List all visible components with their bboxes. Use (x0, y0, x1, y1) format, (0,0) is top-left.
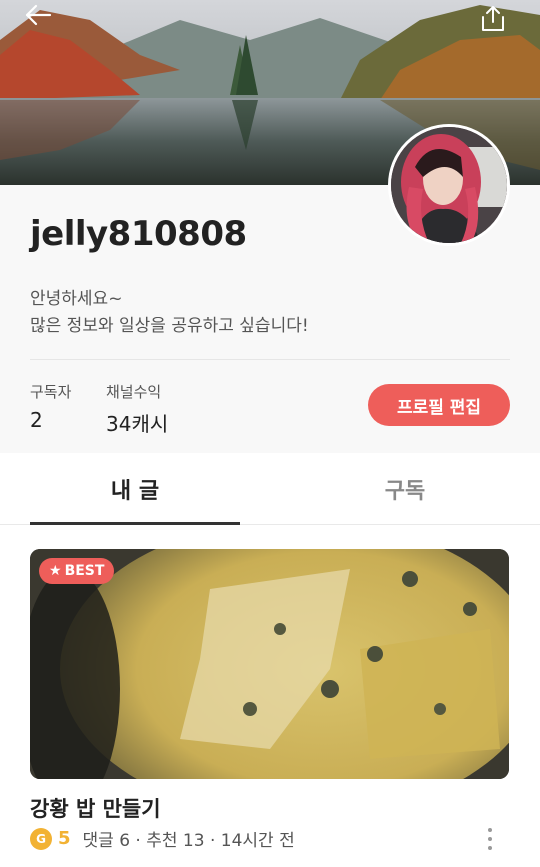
profile-bio: 안녕하세요~ 많은 정보와 일상을 공유하고 싶습니다! (30, 286, 309, 340)
tab-my-posts[interactable]: 내 글 (30, 453, 240, 525)
stat-value: 2 (30, 408, 43, 432)
more-vertical-icon[interactable] (482, 826, 498, 852)
username: jelly810808 (30, 214, 247, 254)
best-badge: ★ BEST (39, 558, 115, 584)
stat-value: 34캐시 (106, 412, 169, 436)
level-number: 5 (58, 828, 71, 849)
stat-label: 구독자 (30, 383, 72, 401)
post-meta-text: 댓글 6 · 추천 13 · 14시간 전 (82, 831, 295, 851)
bio-line: 많은 정보와 일상을 공유하고 싶습니다! (30, 316, 309, 336)
bio-line: 안녕하세요~ (30, 289, 123, 309)
divider (30, 359, 510, 360)
edit-profile-button[interactable]: 프로필 편집 (368, 384, 510, 426)
stat-label: 채널수익 (106, 383, 162, 401)
level-badge-icon: G (30, 827, 52, 850)
tab-subscriptions[interactable]: 구독 (300, 453, 510, 525)
best-badge-label: BEST (64, 563, 105, 579)
stat-subscribers: 구독자 2 (30, 381, 71, 432)
profile-avatar[interactable] (388, 124, 510, 246)
share-icon[interactable] (480, 4, 514, 34)
tab-bar: 내 글 구독 (0, 453, 540, 525)
star-icon: ★ (49, 563, 62, 579)
post-title[interactable]: 강황 밥 만들기 (30, 793, 161, 823)
back-arrow-icon[interactable] (24, 4, 58, 34)
stat-channel-revenue: 채널수익 34캐시 (106, 381, 168, 437)
post-meta: G 5 댓글 6 · 추천 13 · 14시간 전 (30, 826, 295, 851)
